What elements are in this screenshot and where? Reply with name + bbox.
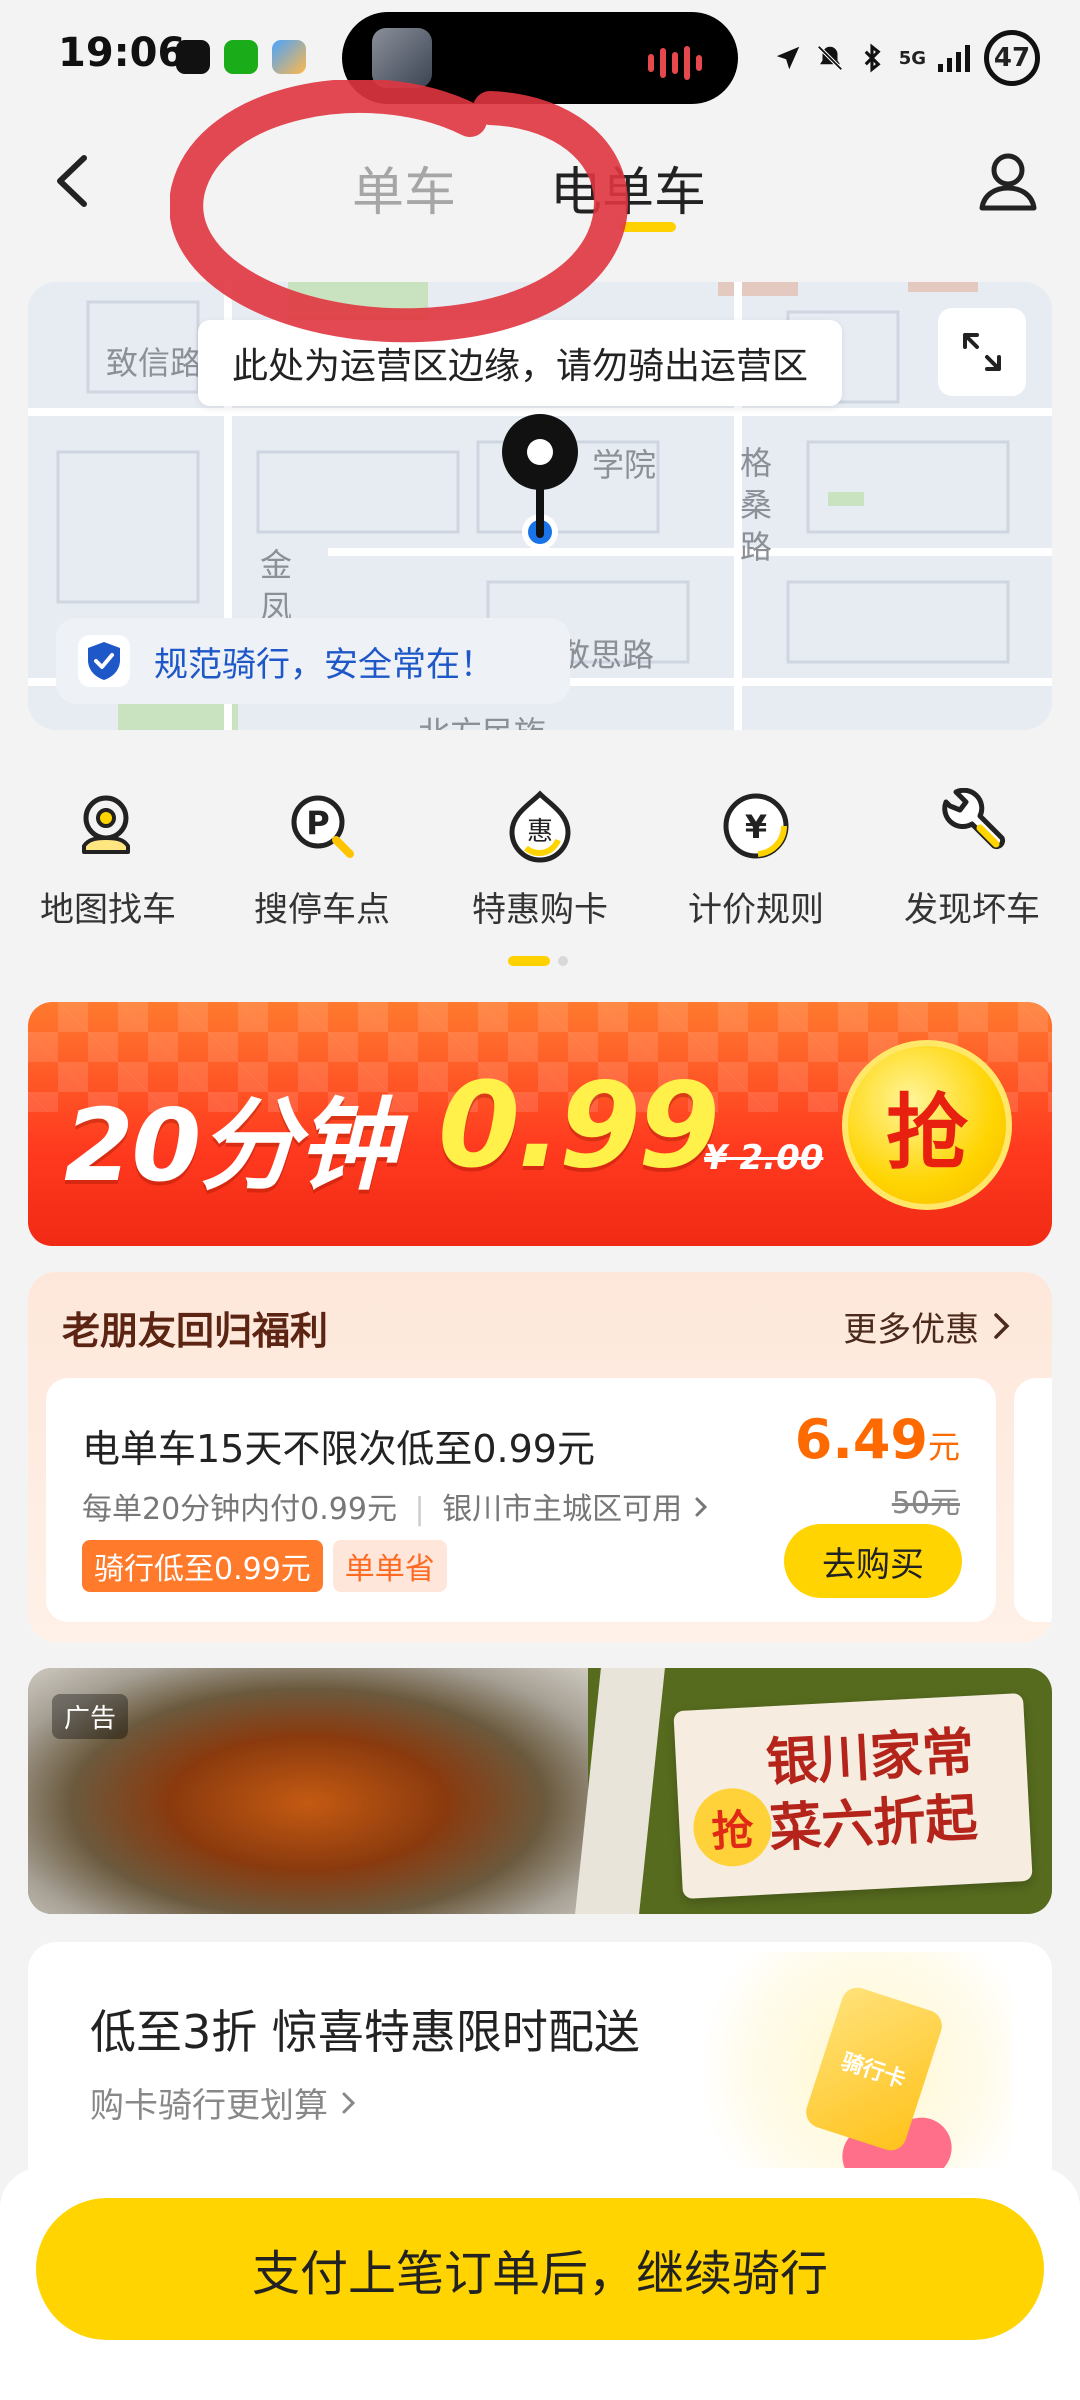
promo-duration: 20分钟 (64, 1087, 397, 1204)
parking-search-icon: P (291, 795, 354, 858)
battery-indicator: 47 (984, 30, 1040, 86)
card-promo-title: 低至3折 惊喜特惠限时配送 (90, 2005, 640, 2059)
svg-text:¥: ¥ (745, 808, 767, 846)
ad-notepad: 银川家常 菜六折起 抢 (673, 1692, 1033, 1900)
tab-ebike[interactable]: 电单车 (550, 150, 706, 225)
road-label: 敬思路 (558, 636, 655, 674)
ad-line: 银川家常 (764, 1722, 976, 1794)
buy-button[interactable]: 去购买 (784, 1524, 962, 1598)
more-offers-link[interactable]: 更多优惠 (843, 1302, 1012, 1351)
offer-card[interactable]: 电单车15天不限次低至0.99元 每单20分钟内付0.99元 | 银川市主城区可… (46, 1378, 996, 1622)
wrench-icon (942, 787, 1006, 850)
offer-tag: 骑行低至0.99元 (82, 1540, 323, 1592)
status-bar: 19:06 5G 47 (0, 0, 1080, 110)
audio-wave-icon (648, 46, 702, 80)
music-app-icon (176, 40, 210, 74)
active-tab-indicator (620, 222, 676, 232)
road-label: 北方民族 (418, 708, 546, 730)
offer-subtitle[interactable]: 每单20分钟内付0.99元 | 银川市主城区可用 (82, 1484, 710, 1528)
wechat-app-icon (224, 40, 258, 74)
status-icons: 5G 47 (773, 30, 1040, 86)
card-promo-link[interactable]: 购卡骑行更划算 (90, 2078, 359, 2127)
welfare-title: 老朋友回归福利 (62, 1309, 329, 1353)
ad-line: 菜六折起 (768, 1788, 979, 1860)
offer-old-price: 50元 (891, 1486, 960, 1521)
divider: | (414, 1492, 425, 1527)
card-promo-sub: 购卡骑行更划算 (90, 2086, 328, 2126)
svg-text:P: P (306, 804, 329, 842)
ad-headline: 银川家常 菜六折起 (764, 1720, 979, 1863)
chevron-right-icon (994, 1313, 1010, 1339)
road-label: 致信路 (106, 344, 203, 382)
network-type: 5G (898, 47, 926, 69)
offer-price: 6.49元 (795, 1408, 960, 1471)
offer-tag: 单单省 (332, 1540, 447, 1592)
promo-old-price: ¥ 2.00 (704, 1138, 824, 1178)
bell-muted-icon (817, 45, 843, 71)
yuan-icon: ¥ (723, 793, 789, 859)
tool-label: 搜停车点 (254, 890, 390, 930)
ad-banner[interactable]: 广告 银川家常 菜六折起 抢 (28, 1668, 1052, 1914)
road-label: 格桑路 (740, 444, 773, 566)
tools-pager (508, 956, 568, 966)
expand-icon (963, 333, 1001, 371)
tool-label: 计价规则 (688, 890, 824, 930)
chevron-right-icon (695, 1497, 707, 1517)
media-thumbnail-icon (372, 28, 432, 88)
offer-price-value: 6.49 (794, 1408, 928, 1471)
header: 单车 电单车 (0, 110, 1080, 260)
pager-dot-active (508, 956, 550, 966)
offer-tags: 骑行低至0.99元 单单省 (82, 1540, 447, 1592)
ad-grab-badge: 抢 (691, 1786, 774, 1869)
welfare-section: 老朋友回归福利 更多优惠 电单车15天不限次低至0.99元 每单20分钟内付0.… (28, 1272, 1052, 1642)
map-pin-search-icon (82, 795, 130, 854)
bottom-bar: 支付上笔订单后，继续骑行 (0, 2168, 1080, 2400)
location-arrow-icon (776, 46, 799, 70)
discount-card-icon: 惠 (509, 790, 571, 863)
tool-pricing-rules[interactable]: ¥ 计价规则 (656, 780, 856, 931)
back-arrow-icon[interactable] (40, 146, 110, 216)
tab-bike[interactable]: 单车 (352, 150, 456, 225)
tool-label: 特惠购卡 (472, 890, 608, 930)
battery-level: 47 (993, 43, 1031, 73)
grab-button[interactable]: 抢 (842, 1040, 1012, 1210)
bluetooth-icon (864, 43, 881, 73)
offer-title: 电单车15天不限次低至0.99元 (82, 1427, 595, 1471)
promo-banner[interactable]: 20分钟 0.99 ¥ 2.00 抢 (28, 1002, 1052, 1246)
quick-tools: 地图找车 P 搜停车点 惠 特惠购卡 ¥ 计价规则 发现坏车 (0, 780, 1080, 940)
tool-parking[interactable]: P 搜停车点 (222, 780, 422, 931)
tool-discount-card[interactable]: 惠 特惠购卡 (440, 780, 640, 931)
operating-zone-tip: 此处为运营区边缘，请勿骑出运营区 (198, 320, 843, 406)
chevron-right-icon (342, 2092, 355, 2114)
more-offers-label: 更多优惠 (843, 1310, 980, 1350)
safety-banner[interactable]: 规范骑行，安全常在！ (56, 618, 570, 704)
shield-check-icon (78, 635, 130, 687)
expand-map-button[interactable] (938, 308, 1026, 396)
offer-price-unit: 元 (927, 1428, 960, 1466)
road-label: 金凤 (260, 546, 293, 626)
svg-text:惠: 惠 (527, 817, 553, 847)
tool-find-bike[interactable]: 地图找车 (8, 780, 208, 931)
photos-app-icon (272, 40, 306, 74)
ad-label: 广告 (52, 1694, 129, 1739)
offer-sub-right: 银川市主城区可用 (442, 1492, 683, 1527)
torn-paper-edge (575, 1668, 665, 1914)
tool-report-broken[interactable]: 发现坏车 (872, 780, 1072, 931)
tool-label: 发现坏车 (904, 890, 1040, 930)
status-time: 19:06 (58, 30, 186, 76)
map-view[interactable]: 致信路 格桑路 金凤 学院 敬思路 北方民族 此处为运营区边缘，请勿骑出运营区 … (28, 282, 1052, 730)
location-pin-icon (502, 414, 578, 550)
safety-text: 规范骑行，安全常在！ (154, 644, 494, 685)
tool-label: 地图找车 (40, 890, 176, 930)
signal-bars-icon (938, 45, 970, 72)
pager-dot (558, 956, 568, 966)
promo-price: 0.99 (438, 1056, 720, 1194)
user-profile-icon[interactable] (972, 146, 1044, 218)
next-offer-card[interactable] (1014, 1378, 1052, 1622)
offer-sub-left: 每单20分钟内付0.99元 (82, 1492, 397, 1527)
continue-riding-button[interactable]: 支付上笔订单后，继续骑行 (36, 2198, 1044, 2340)
dynamic-island[interactable] (342, 12, 738, 104)
road-label: 学院 (592, 446, 657, 484)
